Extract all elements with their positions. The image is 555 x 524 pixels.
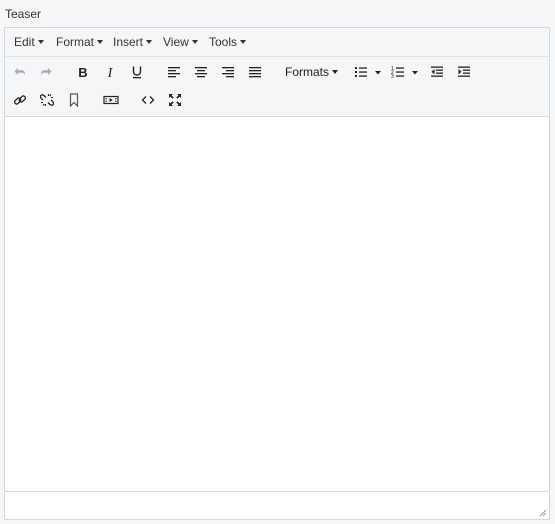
align-right-icon xyxy=(222,67,234,78)
align-center-icon xyxy=(195,67,207,78)
fullscreen-button[interactable] xyxy=(164,89,186,111)
italic-icon: I xyxy=(107,66,114,79)
bookmark-icon xyxy=(69,93,79,107)
svg-text:I: I xyxy=(107,66,114,79)
formats-dropdown[interactable]: Formats xyxy=(285,65,339,79)
svg-text:3: 3 xyxy=(391,74,394,79)
underline-button[interactable] xyxy=(126,61,148,83)
indent-icon xyxy=(458,66,470,77)
menu-format-label: Format xyxy=(56,35,95,49)
menu-view-label: View xyxy=(163,35,189,49)
underline-icon xyxy=(132,66,142,79)
svg-text:B: B xyxy=(78,65,87,79)
undo-button[interactable] xyxy=(9,61,31,83)
align-justify-icon xyxy=(249,67,261,78)
link-icon xyxy=(13,95,27,105)
menu-edit-label: Edit xyxy=(14,35,35,49)
fullscreen-icon xyxy=(169,94,181,106)
menu-view[interactable]: View xyxy=(163,35,198,49)
unlink-icon xyxy=(40,94,54,106)
chevron-down-icon xyxy=(332,70,339,74)
unlink-button[interactable] xyxy=(36,89,58,111)
chevron-down-icon xyxy=(146,40,153,44)
align-left-icon xyxy=(168,67,180,78)
menu-insert-label: Insert xyxy=(113,35,144,49)
media-icon xyxy=(103,95,119,105)
italic-button[interactable]: I xyxy=(99,61,121,83)
bullet-list-button[interactable] xyxy=(352,61,386,83)
bullet-list-icon xyxy=(355,67,381,77)
media-button[interactable] xyxy=(100,89,122,111)
align-justify-button[interactable] xyxy=(244,61,266,83)
menubar: Edit Format Insert View Tools xyxy=(5,28,549,57)
undo-icon xyxy=(14,68,26,76)
link-button[interactable] xyxy=(9,89,31,111)
bold-button[interactable]: B xyxy=(72,61,94,83)
menu-edit[interactable]: Edit xyxy=(14,35,44,49)
resize-handle-icon[interactable] xyxy=(538,508,547,517)
align-right-button[interactable] xyxy=(217,61,239,83)
anchor-button[interactable] xyxy=(63,89,85,111)
menu-insert[interactable]: Insert xyxy=(113,35,153,49)
editor-content-area[interactable] xyxy=(5,117,549,492)
outdent-button[interactable] xyxy=(426,61,448,83)
formats-label: Formats xyxy=(285,65,330,79)
menu-tools[interactable]: Tools xyxy=(209,35,247,49)
code-icon xyxy=(141,96,155,104)
field-label: Teaser xyxy=(5,7,42,21)
statusbar xyxy=(5,491,549,519)
redo-icon xyxy=(40,68,52,76)
chevron-down-icon xyxy=(240,40,247,44)
bold-icon: B xyxy=(78,65,87,79)
rich-text-editor: Edit Format Insert View Tools B I Format… xyxy=(4,27,550,520)
align-left-button[interactable] xyxy=(163,61,185,83)
outdent-icon xyxy=(431,66,443,77)
align-center-button[interactable] xyxy=(190,61,212,83)
chevron-down-icon xyxy=(37,40,44,44)
chevron-down-icon xyxy=(97,40,104,44)
menu-format[interactable]: Format xyxy=(56,35,104,49)
chevron-down-icon xyxy=(191,40,198,44)
toolbar: B I Formats 1 2 3 xyxy=(5,57,549,117)
source-code-button[interactable] xyxy=(137,89,159,111)
menu-tools-label: Tools xyxy=(209,35,238,49)
redo-button[interactable] xyxy=(35,61,57,83)
numbered-list-icon: 1 2 3 xyxy=(391,66,418,79)
indent-button[interactable] xyxy=(453,61,475,83)
numbered-list-button[interactable]: 1 2 3 xyxy=(389,61,423,83)
